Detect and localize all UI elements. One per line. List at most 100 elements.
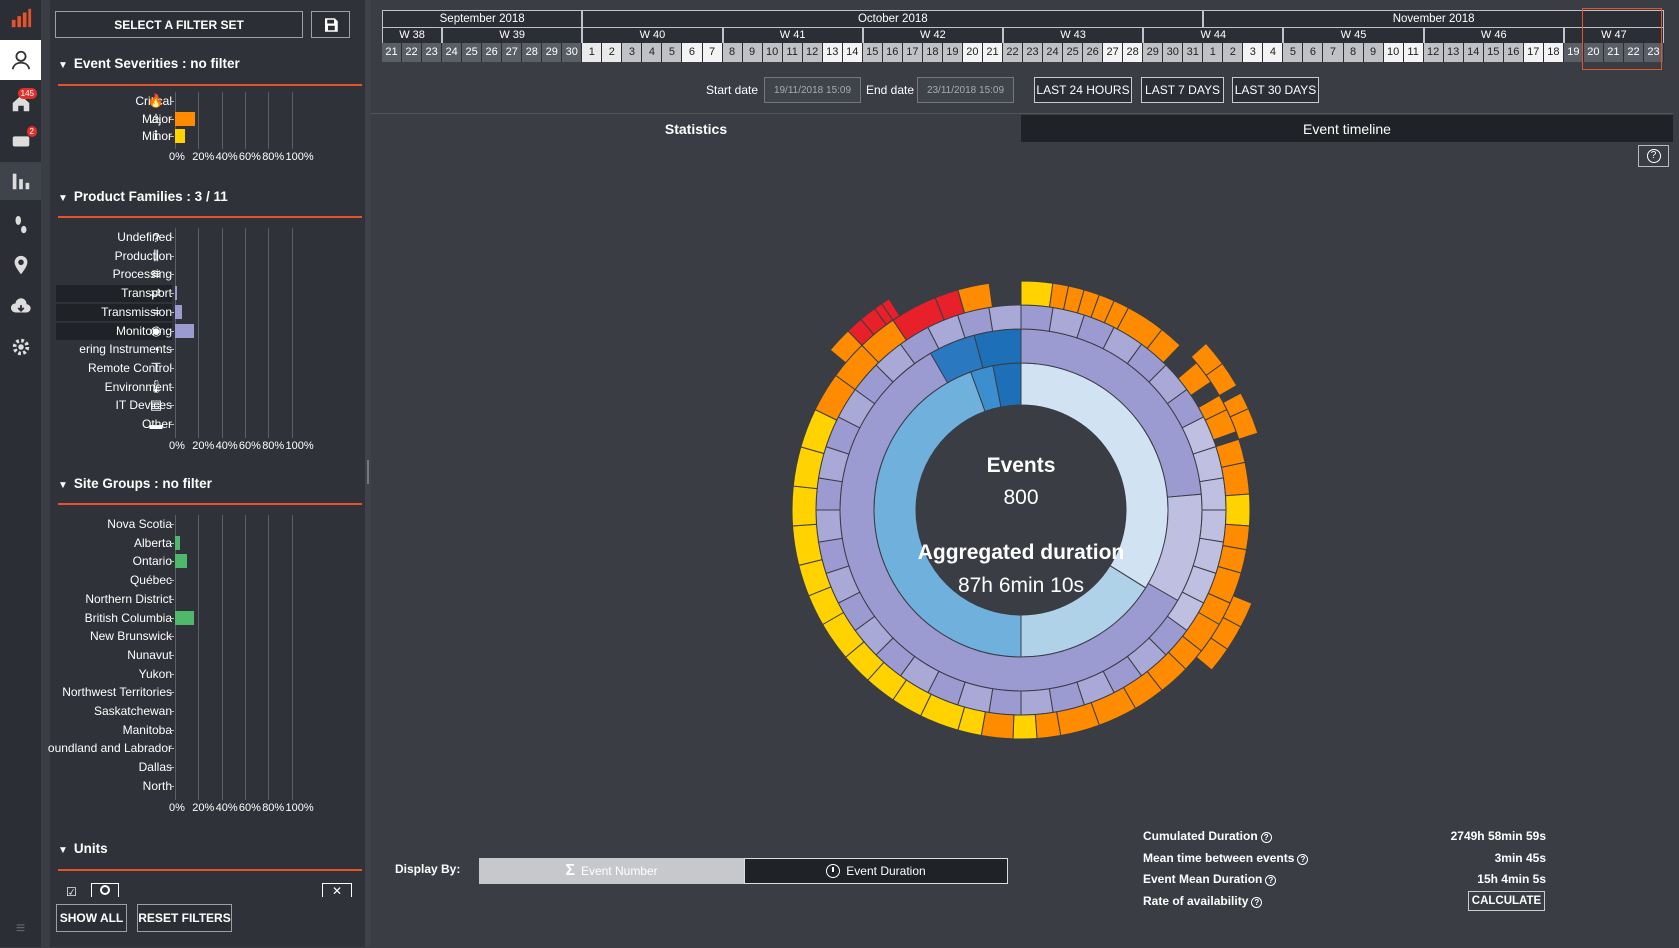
sites-item-label[interactable]: Nunavut: [127, 648, 172, 662]
tab-event-timeline[interactable]: Event timeline: [1021, 115, 1673, 142]
calendar-day[interactable]: 28: [1123, 43, 1144, 62]
calendar-week[interactable]: W 45: [1283, 27, 1424, 43]
sunburst-outer-segment[interactable]: [1012, 713, 1038, 740]
calendar-day[interactable]: 3: [622, 43, 643, 62]
help-question-icon[interactable]: ?: [1297, 853, 1309, 865]
calendar-week[interactable]: W 43: [1002, 27, 1144, 43]
sites-item-label[interactable]: British Columbia: [85, 611, 172, 625]
tab-statistics[interactable]: Statistics: [371, 115, 1021, 142]
calendar-day[interactable]: 10: [762, 43, 783, 62]
sunburst-ring3-segment[interactable]: [815, 509, 843, 543]
home-icon[interactable]: 145: [0, 84, 41, 122]
calendar-day[interactable]: 19: [942, 43, 963, 62]
sunburst-outer-segment[interactable]: [1020, 280, 1054, 308]
calendar-day[interactable]: 26: [482, 43, 503, 62]
calendar-day[interactable]: 12: [1423, 43, 1444, 62]
help-question-icon[interactable]: ?: [1265, 875, 1277, 886]
app-logo-icon[interactable]: [0, 0, 41, 36]
calendar-day[interactable]: 10: [1383, 43, 1404, 62]
families-bar[interactable]: [175, 304, 183, 319]
last-24-hours-button[interactable]: LAST 24 HOURS: [1034, 77, 1132, 103]
calendar-day[interactable]: 30: [562, 43, 583, 62]
calendar-day[interactable]: 7: [1323, 43, 1344, 62]
save-filter-button[interactable]: [311, 11, 350, 38]
footsteps-icon[interactable]: [0, 206, 41, 244]
severities-section-header[interactable]: ▼ Event Severities : no filter: [58, 56, 240, 71]
sites-bar[interactable]: [175, 535, 180, 550]
calendar-day[interactable]: 6: [682, 43, 703, 62]
calendar-day[interactable]: 23: [1023, 43, 1044, 62]
calendar-day[interactable]: 27: [1103, 43, 1124, 62]
calendar-week[interactable]: W 44: [1143, 27, 1284, 43]
sunburst-chart[interactable]: [771, 280, 1271, 760]
calendar-day[interactable]: 16: [882, 43, 903, 62]
last-7-days-button[interactable]: LAST 7 DAYS: [1141, 77, 1224, 103]
calendar-day[interactable]: 24: [1043, 43, 1064, 62]
calendar-week[interactable]: W 42: [862, 27, 1003, 43]
cloud-download-icon[interactable]: [0, 288, 41, 326]
calendar-day[interactable]: 30: [1163, 43, 1184, 62]
user-profile-icon[interactable]: [0, 40, 41, 80]
calendar-week[interactable]: W 39: [442, 27, 583, 43]
calendar-day[interactable]: 27: [502, 43, 523, 62]
calendar-strip[interactable]: September 2018 October 2018 November 2018 W…: [382, 10, 1664, 62]
calendar-day[interactable]: 18: [1543, 43, 1564, 62]
calendar-day[interactable]: 14: [842, 43, 863, 62]
event-duration-toggle[interactable]: Event Duration: [744, 858, 1008, 884]
calendar-day[interactable]: 8: [1343, 43, 1364, 62]
collapse-menu-icon[interactable]: ≡: [0, 910, 41, 948]
sunburst-ring3-segment[interactable]: [988, 688, 1022, 716]
calendar-day[interactable]: 25: [1063, 43, 1084, 62]
calendar-day[interactable]: 6: [1303, 43, 1324, 62]
select-filter-set-button[interactable]: SELECT A FILTER SET: [55, 11, 303, 38]
calendar-day[interactable]: 15: [1483, 43, 1504, 62]
calendar-day[interactable]: 17: [1523, 43, 1544, 62]
calendar-day[interactable]: 9: [1363, 43, 1384, 62]
help-question-icon[interactable]: ?: [1260, 832, 1272, 843]
end-date-field[interactable]: 23/11/2018 15:09: [917, 77, 1014, 103]
sunburst-ring3-segment[interactable]: [1020, 688, 1054, 716]
calendar-day[interactable]: 21: [382, 43, 403, 62]
sites-item-label[interactable]: Manitoba: [123, 723, 172, 737]
select-all-units-icon[interactable]: ☑: [66, 885, 80, 899]
sunburst-ring3-segment[interactable]: [1199, 509, 1227, 543]
sites-item-label[interactable]: Ontario: [133, 554, 172, 568]
tickets-icon[interactable]: 2: [0, 122, 41, 160]
event-number-toggle[interactable]: Σ Event Number: [479, 858, 744, 884]
sites-item-label[interactable]: Alberta: [134, 536, 172, 550]
calendar-week[interactable]: W 40: [582, 27, 723, 43]
calendar-day[interactable]: 23: [422, 43, 443, 62]
calendar-day[interactable]: 22: [1002, 43, 1023, 62]
sites-item-label[interactable]: Nova Scotia: [107, 517, 172, 531]
calendar-day[interactable]: 28: [522, 43, 543, 62]
calendar-day[interactable]: 17: [902, 43, 923, 62]
statistics-icon[interactable]: [0, 162, 41, 200]
calendar-day[interactable]: 11: [782, 43, 803, 62]
sunburst-ring3-segment[interactable]: [1199, 477, 1227, 511]
calendar-day[interactable]: 2: [602, 43, 623, 62]
calendar-day[interactable]: 8: [722, 43, 743, 62]
calendar-day[interactable]: 3: [1243, 43, 1264, 62]
calendar-week[interactable]: W 41: [722, 27, 863, 43]
calendar-day[interactable]: 9: [742, 43, 763, 62]
clear-units-button[interactable]: ✕: [322, 883, 352, 898]
sites-item-label[interactable]: Northern District: [85, 592, 172, 606]
calendar-day[interactable]: 5: [1283, 43, 1304, 62]
calendar-day[interactable]: 26: [1083, 43, 1104, 62]
calendar-day[interactable]: 22: [402, 43, 423, 62]
sunburst-outer-segment[interactable]: [791, 485, 818, 527]
sunburst-outer-segment[interactable]: [980, 711, 1015, 740]
help-button[interactable]: ?: [1638, 145, 1669, 167]
calendar-day[interactable]: 20: [962, 43, 983, 62]
calendar-day[interactable]: 7: [702, 43, 723, 62]
sites-item-label[interactable]: oundland and Labrador: [48, 741, 172, 755]
reset-filters-button[interactable]: RESET FILTERS: [137, 904, 232, 932]
last-30-days-button[interactable]: LAST 30 DAYS: [1232, 77, 1319, 103]
units-search-field[interactable]: [91, 883, 119, 897]
calendar-month[interactable]: October 2018: [582, 10, 1204, 27]
calendar-day[interactable]: 29: [1143, 43, 1164, 62]
sunburst-ring3-segment[interactable]: [1020, 304, 1054, 332]
sunburst-ring3-segment[interactable]: [815, 477, 843, 511]
help-question-icon[interactable]: ?: [1251, 896, 1263, 908]
families-section-header[interactable]: ▼ Product Families : 3 / 11: [58, 189, 228, 204]
